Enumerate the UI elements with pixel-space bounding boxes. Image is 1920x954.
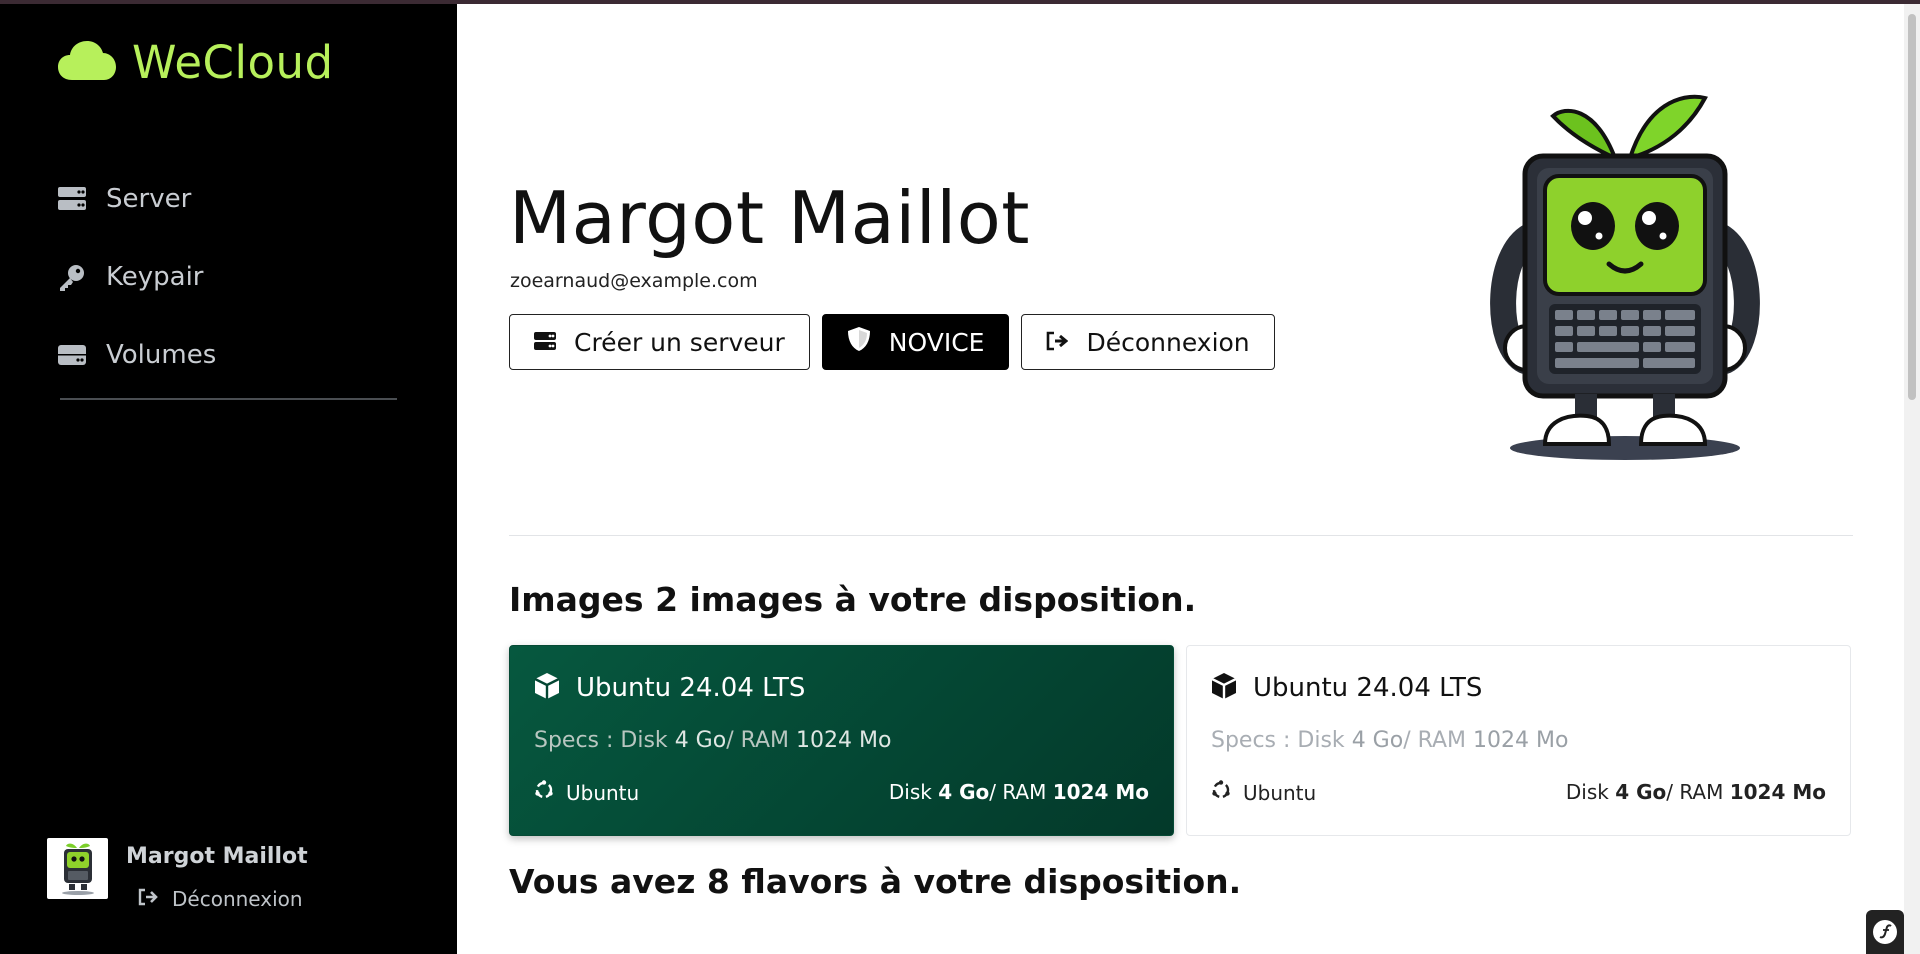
image-card-specs: Specs : Disk 4 Go/ RAM 1024 Mo [1211,728,1568,753]
logout-label: Déconnexion [1086,327,1250,357]
sign-out-icon [138,887,158,911]
image-card-title: Ubuntu 24.04 LTS [1253,673,1483,703]
image-card-footer-specs: Disk 4 Go/ RAM 1024 Mo [889,780,1149,804]
cube-icon [534,672,560,704]
specs-disk: 4 Go [674,728,727,753]
flavors-count: 8 flavors [706,862,869,901]
foot-ram-label: / RAM [1666,780,1724,804]
specs-ram-label: / RAM [726,728,790,753]
foot-disk: 4 Go [1615,780,1667,804]
image-card[interactable]: Ubuntu 24.04 LTS Specs : Disk 4 Go/ RAM … [1186,645,1851,836]
specs-prefix: Specs : Disk [534,728,668,753]
image-card-os-label: Ubuntu [566,780,640,805]
sidebar-item-label: Volumes [106,340,217,370]
level-label: NOVICE [888,327,985,357]
sidebar-logout-link[interactable]: Déconnexion [138,887,308,911]
sidebar-divider [60,398,397,400]
create-server-button[interactable]: Créer un serveur [509,314,810,370]
profile-email: zoearnaud@example.com [510,270,758,292]
specs-ram: 1024 Mo [1473,728,1569,753]
images-section-title: Images 2 images à votre disposition. [509,580,1196,619]
sidebar-nav: Server Keypair Volumes [58,160,216,394]
profile-actions: Créer un serveur NOVICE Déconnexion [509,314,1275,370]
sidebar-user: Margot Maillot Déconnexion [47,838,308,911]
sidebar-item-keypair[interactable]: Keypair [58,238,216,316]
sidebar: WeCloud Server Keypair Volumes Margot Ma… [0,0,457,954]
main-content: Margot Maillot zoearnaud@example.com Cré… [457,0,1900,954]
foot-disk-label: Disk [1565,780,1609,804]
flavors-section-title: Vous avez 8 flavors à votre disposition. [509,862,1241,901]
hdd-icon [58,341,86,369]
sidebar-item-server[interactable]: Server [58,160,216,238]
foot-ram: 1024 Mo [1052,780,1149,804]
images-count: 2 images [655,580,824,619]
specs-prefix: Specs : Disk [1211,728,1345,753]
ubuntu-icon [534,780,554,805]
flavors-title-prefix: Vous avez [509,862,696,901]
foot-disk-label: Disk [888,780,932,804]
vertical-scrollbar[interactable] [1904,0,1920,954]
image-card-os-label: Ubuntu [1243,780,1317,805]
window-top-border [0,0,1920,4]
image-card[interactable]: Ubuntu 24.04 LTS Specs : Disk 4 Go/ RAM … [509,645,1174,836]
image-cards: Ubuntu 24.04 LTS Specs : Disk 4 Go/ RAM … [509,645,1851,836]
sidebar-item-label: Server [106,184,192,214]
image-card-footer-specs: Disk 4 Go/ RAM 1024 Mo [1566,780,1826,804]
page-title: Margot Maillot [509,176,1030,260]
sign-out-icon [1046,328,1069,357]
shield-icon [847,326,871,358]
avatar[interactable] [47,838,108,899]
section-divider [509,535,1853,536]
brand-name: WeCloud [132,36,334,89]
flavors-title-suffix: à votre disposition. [879,862,1242,901]
cube-icon [1211,672,1237,704]
images-title-prefix: Images [509,580,644,619]
logout-button[interactable]: Déconnexion [1021,314,1275,370]
specs-ram-label: / RAM [1403,728,1467,753]
symfony-toolbar-icon[interactable] [1866,910,1904,954]
server-icon [58,185,86,213]
image-card-os: Ubuntu [1211,780,1316,805]
image-card-specs: Specs : Disk 4 Go/ RAM 1024 Mo [534,728,891,753]
brand-logo[interactable]: WeCloud [58,36,334,89]
sidebar-item-label: Keypair [106,262,204,292]
level-badge-button[interactable]: NOVICE [821,314,1010,370]
sidebar-logout-label: Déconnexion [172,887,303,911]
sidebar-user-name: Margot Maillot [126,844,308,869]
image-card-os: Ubuntu [534,780,639,805]
image-card-title: Ubuntu 24.04 LTS [576,673,806,703]
foot-ram-label: / RAM [989,780,1047,804]
images-title-suffix: à votre disposition. [834,580,1197,619]
foot-disk: 4 Go [938,780,990,804]
create-server-label: Créer un serveur [574,327,785,357]
specs-ram: 1024 Mo [796,728,892,753]
specs-disk: 4 Go [1351,728,1404,753]
mascot-image [1475,86,1775,470]
cloud-icon [58,40,116,86]
sidebar-item-volumes[interactable]: Volumes [58,316,216,394]
key-icon [58,263,86,291]
server-icon [534,328,556,357]
foot-ram: 1024 Mo [1729,780,1826,804]
ubuntu-icon [1211,780,1231,805]
scrollbar-thumb[interactable] [1908,14,1916,400]
